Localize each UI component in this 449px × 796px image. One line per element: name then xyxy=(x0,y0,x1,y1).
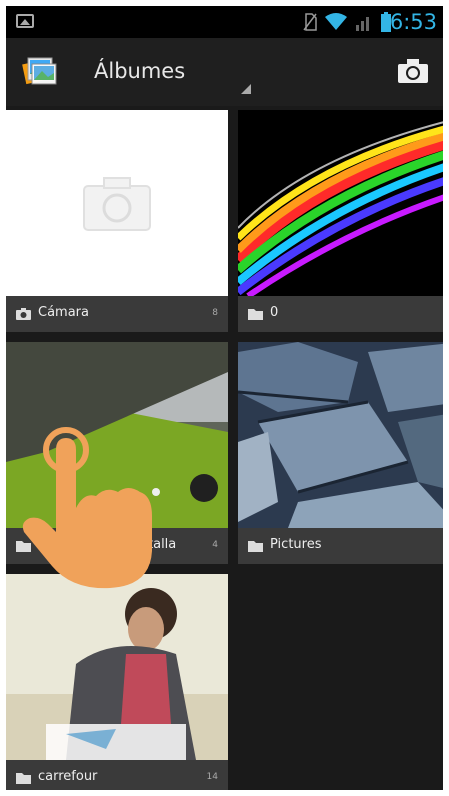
camera-icon xyxy=(16,308,31,320)
folder-icon xyxy=(16,773,31,784)
album-thumbnail xyxy=(6,574,228,760)
album-label-bar: Pictures 9 xyxy=(238,528,443,564)
action-bar: Álbumes xyxy=(6,38,443,106)
status-bar: 6:53 xyxy=(6,6,443,38)
album-label-bar: carrefour 14 xyxy=(6,760,228,790)
album-count: 14 xyxy=(206,772,218,782)
signal-icon xyxy=(356,17,369,31)
album-tile-camera[interactable]: Cámara 8 xyxy=(6,110,228,332)
album-label-bar: Cámara 8 xyxy=(6,296,228,332)
album-thumbnail xyxy=(238,110,443,299)
album-thumbnail xyxy=(238,342,443,528)
folder-icon xyxy=(248,309,263,320)
album-tile-pictures[interactable]: Pictures 9 xyxy=(238,342,443,564)
album-label-bar: 0 1 xyxy=(238,296,443,332)
album-thumbnail xyxy=(6,110,228,296)
album-count: 4 xyxy=(212,540,218,550)
gallery-screen: 6:53 Álbumes Cámara 8 0 talla 4 Pictures… xyxy=(6,6,443,790)
album-tile-0[interactable]: 0 1 xyxy=(238,110,443,332)
album-name: 0 xyxy=(270,305,279,320)
rainbow-streaks-image xyxy=(238,110,443,299)
gallery-notification-icon xyxy=(16,14,34,28)
wifi-icon xyxy=(325,13,347,30)
view-spinner-icon[interactable] xyxy=(241,84,251,94)
camera-icon[interactable] xyxy=(397,58,429,84)
album-view-title[interactable]: Álbumes xyxy=(94,59,185,83)
album-name: Pictures xyxy=(270,537,322,552)
empty-camera-icon xyxy=(83,177,151,231)
tap-gesture-hand-icon xyxy=(22,427,152,589)
no-sim-icon xyxy=(303,13,317,31)
album-name: carrefour xyxy=(38,769,98,784)
gallery-icon[interactable] xyxy=(22,52,58,88)
person-photo-image xyxy=(6,574,228,760)
status-time: 6:53 xyxy=(389,10,437,34)
folder-icon xyxy=(248,541,263,552)
wood-texture-image xyxy=(238,342,443,528)
album-name: Cámara xyxy=(38,305,89,320)
album-tile-carrefour[interactable]: carrefour 14 xyxy=(6,574,228,790)
album-count: 8 xyxy=(212,308,218,318)
